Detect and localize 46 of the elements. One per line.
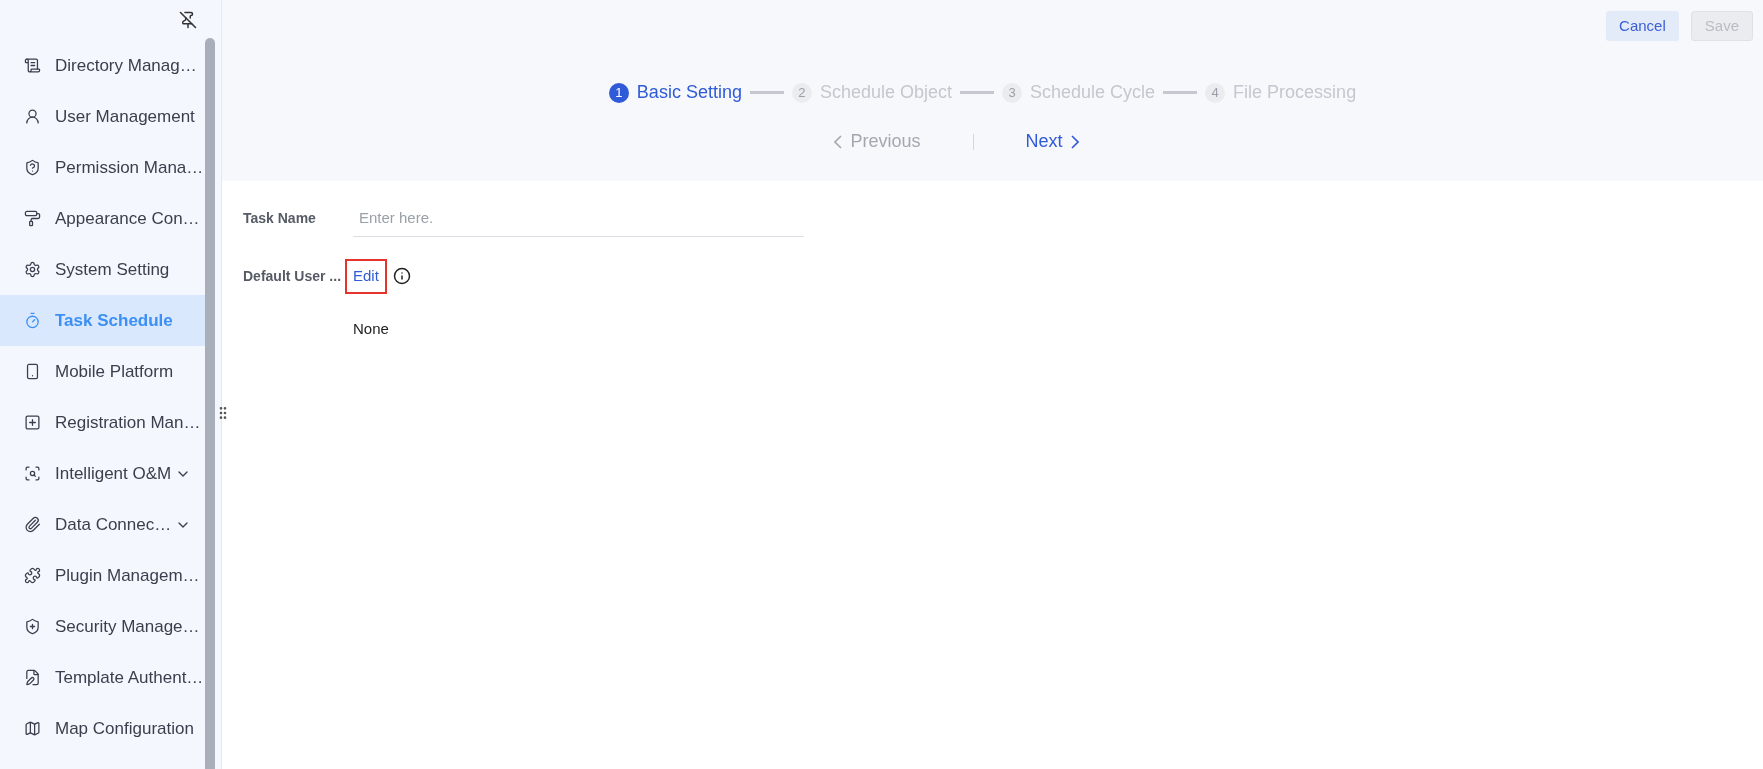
- timer-icon: [24, 312, 41, 329]
- field-label: Task Name: [243, 208, 317, 228]
- paperclip-icon: [24, 516, 41, 533]
- scan-icon: [24, 465, 41, 482]
- sidebar-item[interactable]: Mobile Platform: [0, 346, 206, 397]
- shield-plus-icon: [24, 618, 41, 635]
- step-connector: [960, 91, 994, 94]
- task-name-field[interactable]: Enter here.: [353, 199, 804, 237]
- next-button[interactable]: Next: [1025, 128, 1079, 155]
- sidebar-item[interactable]: Permission Mana…: [0, 142, 206, 193]
- sidebar-item[interactable]: System Setting: [0, 244, 206, 295]
- shield-icon: [24, 159, 41, 176]
- unpin-icon[interactable]: [179, 11, 197, 29]
- field-label: Default User ...: [243, 266, 343, 286]
- step-number: 1: [608, 82, 629, 103]
- step-connector: [749, 91, 784, 94]
- sidebar-item[interactable]: Registration Man…: [0, 397, 206, 448]
- step-number: 2: [791, 82, 812, 103]
- puzzle-icon: [24, 567, 41, 584]
- settings-icon: [24, 261, 41, 278]
- file-edit-icon: [24, 669, 41, 686]
- sidebar-item[interactable]: Appearance Con…: [0, 193, 206, 244]
- sidebar-item[interactable]: Plugin Managem…: [0, 550, 206, 601]
- user-icon: [24, 108, 41, 125]
- paint-roller-icon: [24, 210, 41, 227]
- edit-link[interactable]: Edit: [345, 259, 387, 294]
- step-number: 3: [1002, 82, 1022, 103]
- chevron-right-icon: [1070, 134, 1079, 149]
- step-number: 4: [1205, 82, 1226, 103]
- info-icon[interactable]: [392, 267, 411, 286]
- step[interactable]: 1 Basic Setting: [608, 79, 742, 106]
- phone-icon: [24, 363, 41, 380]
- sidebar-item[interactable]: Intelligent O&M: [0, 448, 206, 499]
- map-icon: [24, 720, 41, 737]
- cancel-button[interactable]: Cancel: [1606, 11, 1679, 41]
- sidebar-item[interactable]: Data Connec…: [0, 499, 206, 550]
- default-user-value: None: [353, 318, 390, 339]
- sidebar-item[interactable]: Map Configuration: [0, 703, 206, 754]
- scrollbar[interactable]: [205, 38, 215, 769]
- form-icon: [24, 414, 41, 431]
- sidebar-item[interactable]: Directory Manag…: [0, 40, 206, 91]
- chevron-left-icon: [834, 134, 843, 149]
- sidebar-item[interactable]: Security Manage…: [0, 601, 206, 652]
- sidebar-item[interactable]: User Management: [0, 91, 206, 142]
- step-connector: [1163, 91, 1198, 94]
- sidebar-item[interactable]: Template Authent…: [0, 652, 206, 703]
